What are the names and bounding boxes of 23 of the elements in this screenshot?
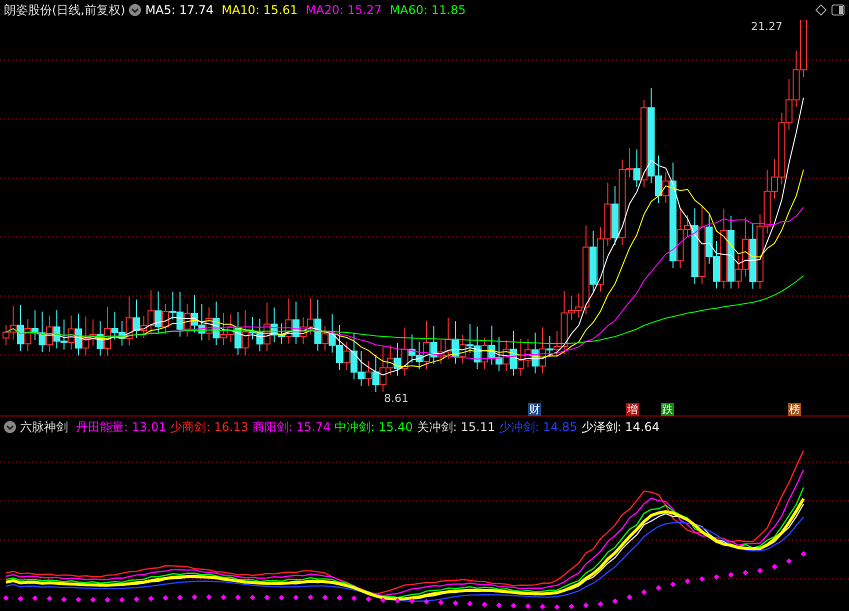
tag-label: 榜 [788, 403, 801, 416]
price-label: 8.61 [384, 393, 408, 404]
legend-value: MA60: 11.85 [390, 2, 466, 19]
tag-label: 跌 [661, 403, 674, 416]
legend-value: 关冲剑: 15.11 [416, 419, 496, 436]
dropdown-icon[interactable] [4, 421, 16, 433]
legend-value: 少冲剑: 14.85 [499, 419, 578, 436]
tag-label: 增 [626, 403, 639, 416]
price-label: 21.27 [751, 21, 782, 32]
legend-value: MA10: 15.61 [222, 2, 298, 19]
panel-toggle-icon[interactable] [831, 4, 845, 16]
dropdown-icon[interactable] [129, 4, 142, 16]
diamond-icon[interactable] [815, 4, 827, 16]
indicator-title: 六脉神剑 [20, 419, 68, 436]
legend-value: 中冲剑: 15.40 [334, 419, 413, 436]
tag-label: 财 [528, 403, 541, 416]
legend-value: 丹田能量: 13.01 [76, 419, 166, 436]
legend-value: 商阳剑: 15.74 [252, 419, 331, 436]
chart-title: 朗姿股份(日线,前复权) [4, 2, 126, 19]
legend-value: MA20: 15.27 [306, 2, 382, 19]
legend-value: MA5: 17.74 [145, 2, 214, 19]
legend-value: 少商剑: 16.13 [170, 419, 248, 436]
legend-value: 少泽剑: 14.64 [581, 419, 660, 436]
